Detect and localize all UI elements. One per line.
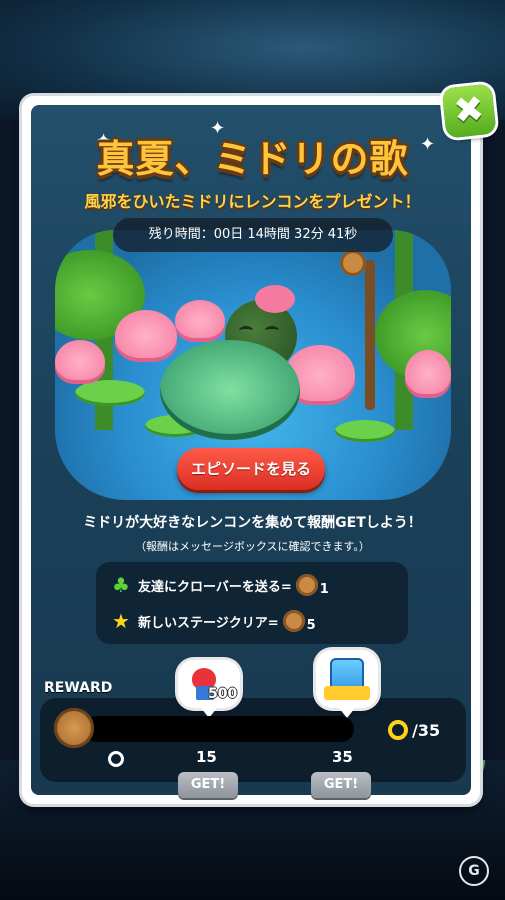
lotus-root-icon (295, 574, 318, 596)
lotus-count-text: /35 (412, 720, 441, 740)
milestone-35: 35 (332, 748, 353, 766)
mission-text: 新しいステージクリア= (138, 615, 279, 631)
view-episode-button[interactable]: エピソードを見る (177, 448, 325, 490)
reward-bubble-prize (316, 650, 378, 718)
mission-text: 友達にクローバーを送る= (138, 579, 292, 595)
mission-reward: 1 (319, 581, 329, 597)
event-subtitle: 風邪をひいたミドリにレンコンをプレゼント！ (84, 192, 421, 211)
mission-item: ★ 新しいステージクリア= 5 (110, 606, 316, 636)
reward-progress-bar (84, 716, 354, 742)
reward-amount: 500 (208, 686, 238, 702)
mission-list: ♣ 友達にクローバーを送る= 1 ★ 新しいステージクリア= 5 (96, 562, 408, 644)
get-reward-button-15[interactable]: GET! (178, 772, 238, 798)
lotus-count: /35 (388, 720, 440, 740)
lotus-root-icon (54, 708, 94, 748)
lotus-root-icon (340, 250, 366, 276)
lotus-flower (405, 350, 451, 398)
watermark-logo: G (459, 856, 489, 886)
lotus-root-icon (282, 610, 305, 632)
lotus-flower (55, 340, 105, 384)
reward-bubble-strawberry: 500 (178, 660, 240, 718)
remaining-time: 残り時間：00日 14時間 32分 41秒 (113, 218, 393, 252)
lotus-flower (115, 310, 177, 362)
event-description: ミドリが大好きなレンコンを集めて報酬GETしよう！ (83, 515, 422, 531)
mission-reward: 5 (306, 617, 316, 633)
ring-icon (388, 720, 408, 740)
wooden-pole (365, 260, 375, 410)
lily-pad (335, 420, 395, 442)
milestone-15: 15 (196, 748, 217, 766)
star-icon: ★ (112, 609, 130, 633)
character-eye (239, 326, 253, 335)
event-title: 真夏、ミドリの歌 (96, 137, 409, 181)
lotus-flower (175, 300, 225, 342)
reward-label: REWARD (44, 680, 113, 696)
event-note: （報酬はメッセージボックスに確認できます。） (135, 540, 370, 553)
flower-hat (255, 285, 295, 313)
milestone-0-marker (108, 751, 124, 767)
clover-icon: ♣ (112, 573, 130, 597)
get-reward-button-35[interactable]: GET! (311, 772, 371, 798)
ribbon-icon (324, 686, 370, 700)
close-icon: ✖ (451, 88, 487, 133)
large-lily-pad (160, 340, 300, 440)
mission-item: ♣ 友達にクローバーを送る= 1 (110, 570, 329, 600)
character-eye (265, 326, 279, 335)
